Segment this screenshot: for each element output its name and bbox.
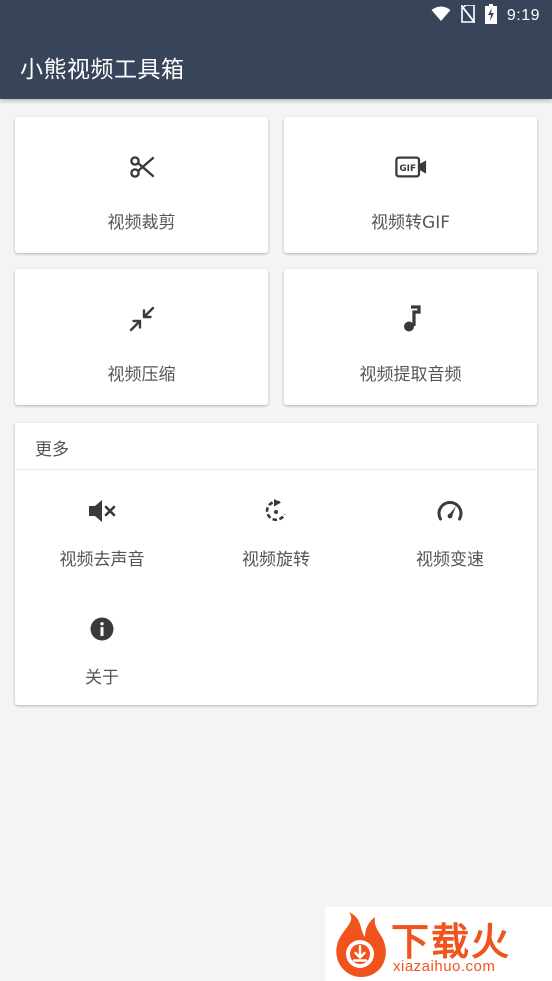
battery-charging-icon <box>484 4 497 28</box>
compress-icon <box>126 303 158 335</box>
divider <box>15 469 537 470</box>
music-note-icon <box>395 303 427 335</box>
more-section-title: 更多 <box>35 440 69 460</box>
more-item-label: 视频变速 <box>416 550 484 570</box>
tool-video-crop[interactable]: 视频裁剪 <box>15 117 268 253</box>
tool-label: 视频裁剪 <box>107 213 176 233</box>
no-sim-icon <box>460 4 476 27</box>
scissors-icon <box>126 151 158 183</box>
watermark: 下载火 xiazaihuo.com <box>325 907 552 981</box>
more-item-label: 视频去声音 <box>59 550 145 570</box>
more-item-remove-sound[interactable]: 视频去声音 <box>15 495 189 605</box>
gif-icon: GIF <box>394 151 427 183</box>
flame-logo-icon <box>327 909 391 981</box>
tool-video-to-gif[interactable]: GIF 视频转GIF <box>284 117 537 253</box>
more-card: 更多 视频去声音 视频旋转 视频变速 关于 <box>15 423 537 705</box>
tool-label: 视频压缩 <box>107 365 176 385</box>
status-bar: 9:19 <box>0 0 552 32</box>
app-title: 小熊视频工具箱 <box>20 57 185 83</box>
more-item-rotate[interactable]: 视频旋转 <box>189 495 363 605</box>
watermark-domain: xiazaihuo.com <box>393 958 496 975</box>
tool-video-compress[interactable]: 视频压缩 <box>15 269 268 405</box>
tool-extract-audio[interactable]: 视频提取音频 <box>284 269 537 405</box>
tool-label: 视频转GIF <box>371 213 450 233</box>
tool-label: 视频提取音频 <box>359 365 462 385</box>
status-icons: 9:19 <box>431 4 540 28</box>
more-item-speed[interactable]: 视频变速 <box>363 495 537 605</box>
more-item-label: 关于 <box>85 668 119 688</box>
speedometer-icon <box>434 495 466 527</box>
app-bar: 小熊视频工具箱 <box>0 32 552 99</box>
volume-mute-icon <box>86 495 118 527</box>
more-item-label: 视频旋转 <box>242 550 310 570</box>
info-icon <box>86 613 118 645</box>
status-time: 9:19 <box>506 7 540 24</box>
rotate-icon <box>260 495 292 527</box>
svg-text:GIF: GIF <box>399 164 416 174</box>
more-item-about[interactable]: 关于 <box>15 613 189 723</box>
wifi-icon <box>431 6 451 26</box>
